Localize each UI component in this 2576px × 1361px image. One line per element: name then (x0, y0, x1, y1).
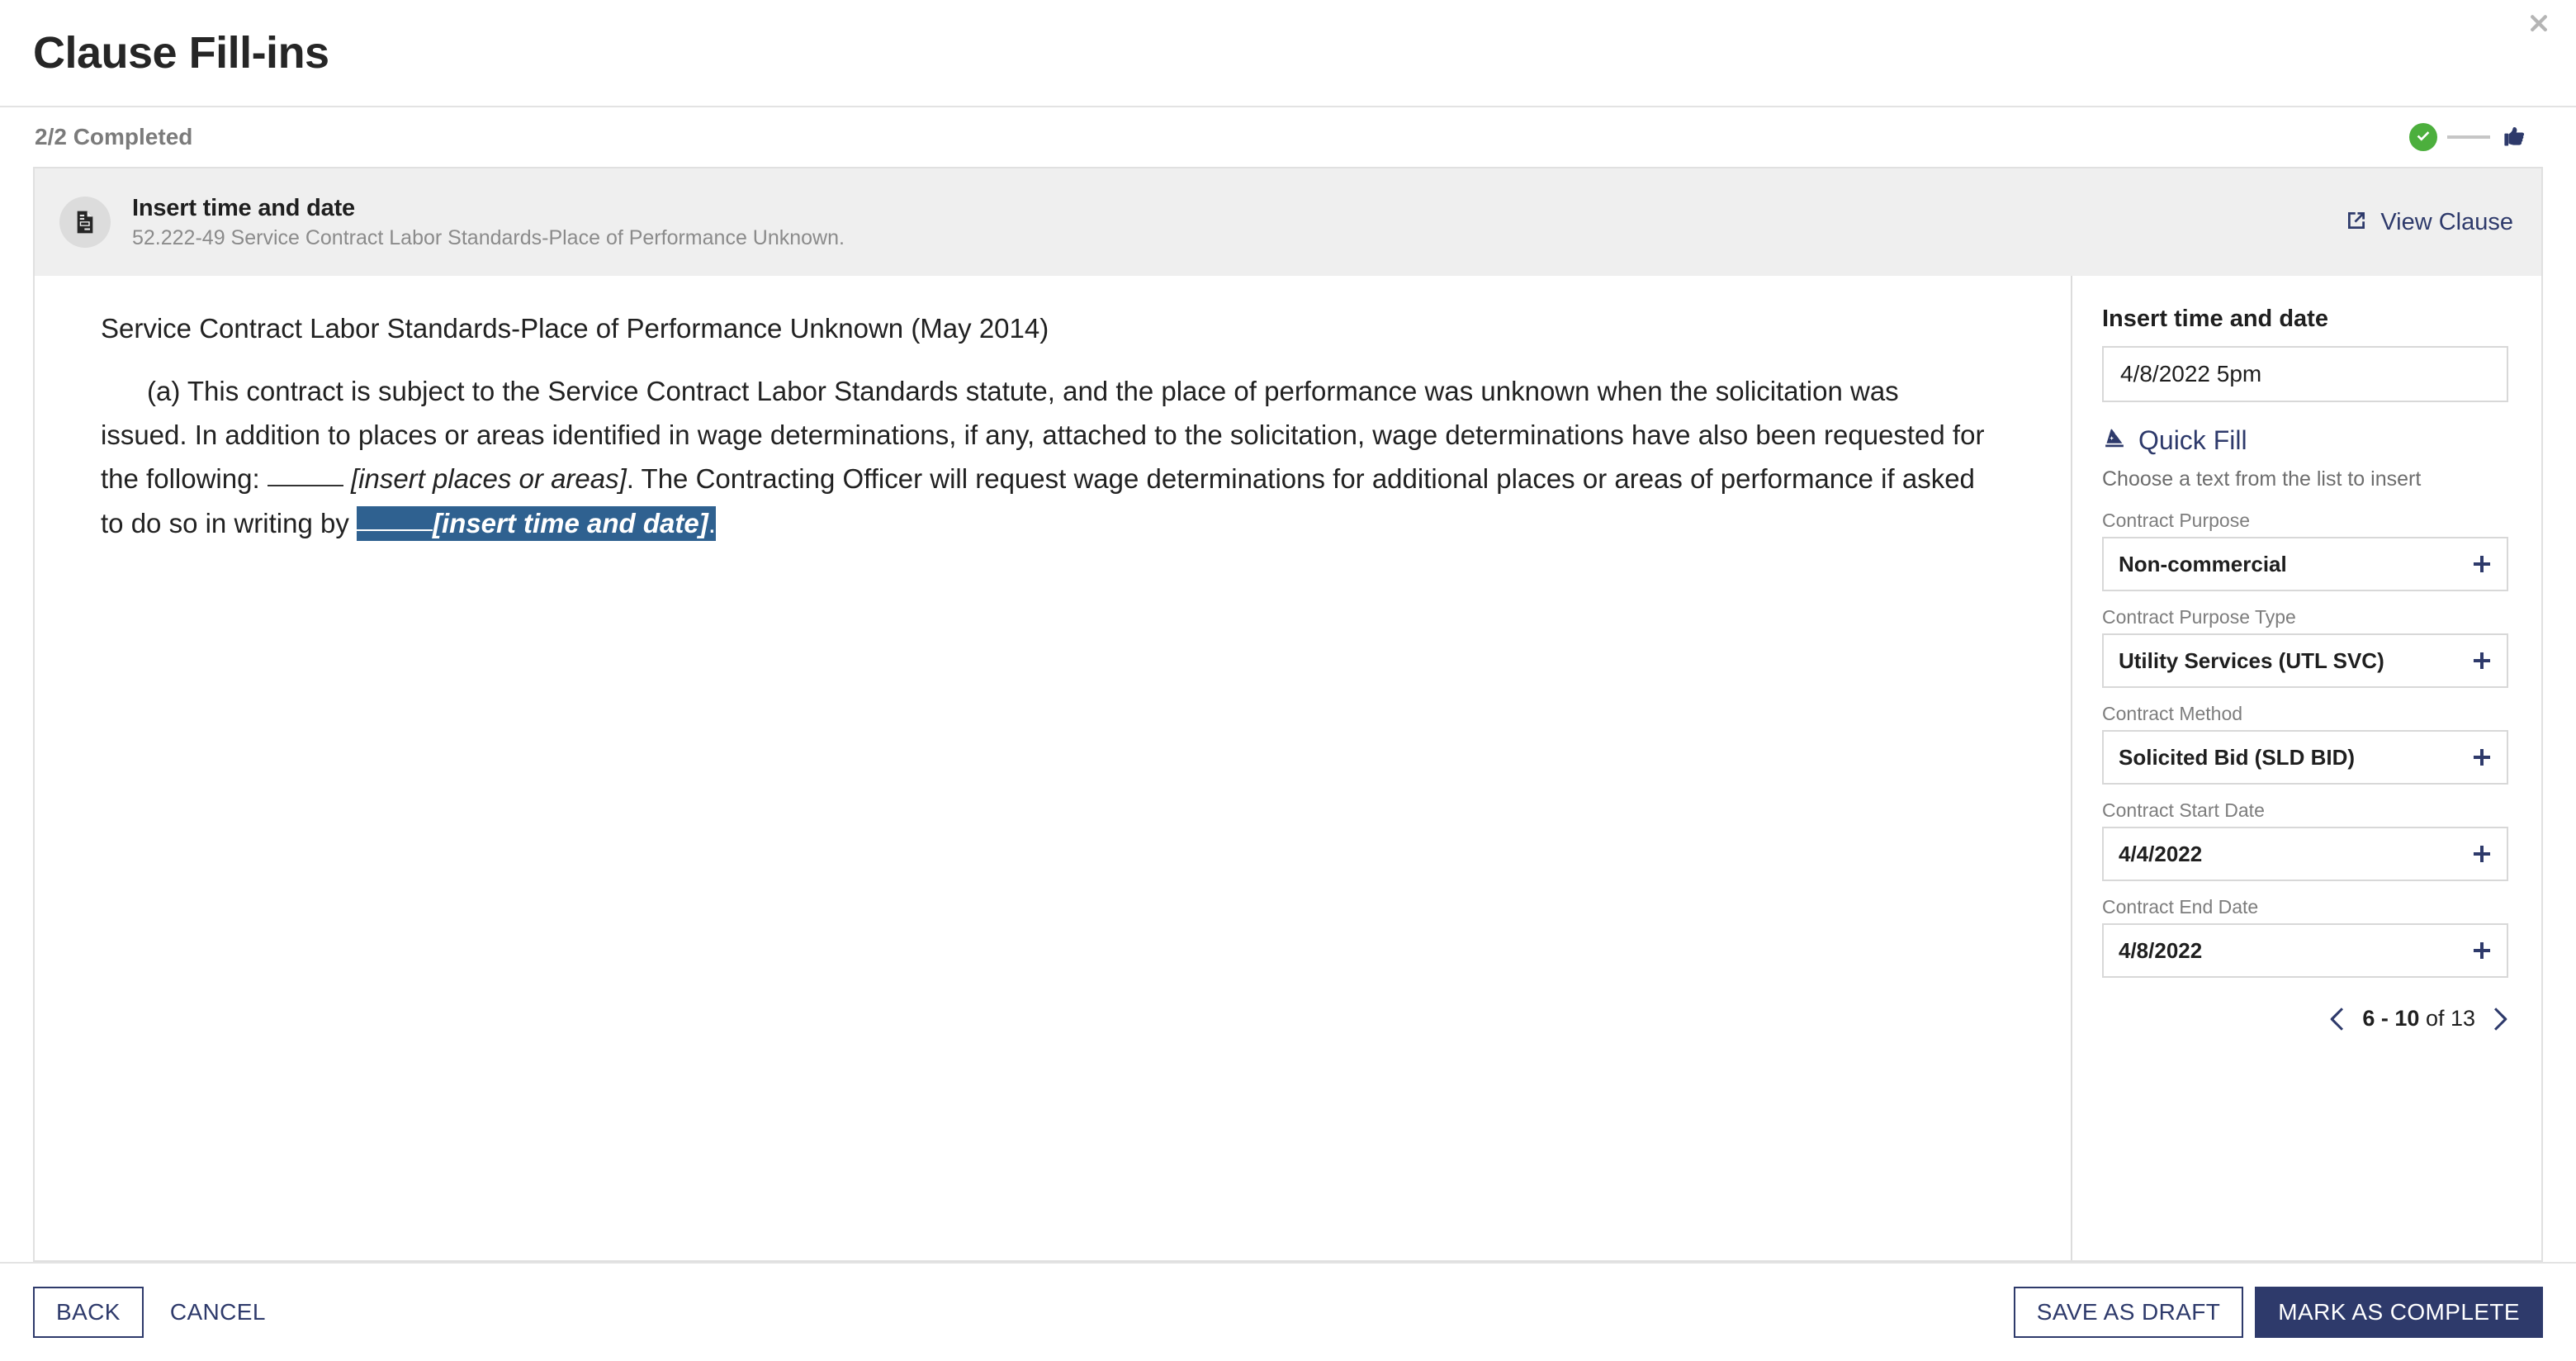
quick-fill-field: Contract Purpose Type Utility Services (… (2102, 606, 2508, 688)
fill-in-highlight[interactable]: [insert time and date]. (357, 505, 716, 541)
modal-body: 2/2 Completed Insert time and date 52.22… (0, 107, 2576, 1262)
blank-underline-1 (267, 485, 343, 487)
document-icon (59, 197, 111, 248)
stepper-divider (2447, 135, 2490, 139)
field-value: Solicited Bid (SLD BID) (2119, 744, 2355, 770)
pagination-label: 6 - 10 of 13 (2362, 1006, 2475, 1031)
view-clause-button[interactable]: View Clause (2344, 208, 2513, 237)
page-title: Clause Fill-ins (33, 28, 329, 78)
plus-icon[interactable] (2470, 842, 2493, 865)
progress-row: 2/2 Completed (33, 107, 2543, 167)
paragraph-bracket-1: [insert places or areas] (350, 463, 627, 495)
quick-fill-label: Quick Fill (2138, 425, 2247, 455)
clause-title: Insert time and date (132, 194, 355, 221)
field-label: Contract Start Date (2102, 799, 2265, 821)
quick-fill-field: Contract Method Solicited Bid (SLD BID) (2102, 703, 2508, 785)
close-icon[interactable] (2520, 5, 2558, 43)
side-panel-title: Insert time and date (2102, 306, 2328, 332)
field-label: Contract Method (2102, 703, 2243, 724)
field-value: 4/4/2022 (2119, 841, 2203, 866)
field-value: Non-commercial (2119, 551, 2287, 576)
field-label: Contract End Date (2102, 896, 2259, 918)
blank-underline-2 (357, 529, 433, 531)
plus-icon[interactable] (2470, 649, 2493, 672)
modal-titlebar: Clause Fill-ins (0, 0, 2576, 107)
quick-fill-field: Contract End Date 4/8/2022 (2102, 896, 2508, 978)
field-insert-button[interactable]: 4/4/2022 (2102, 827, 2508, 881)
side-panel: Insert time and date 4/8/2022 5pm Quick … (2071, 276, 2541, 1260)
plus-icon[interactable] (2470, 939, 2493, 962)
footer-actions: SAVE AS DRAFT MARK AS COMPLETE (2013, 1287, 2543, 1338)
save-as-draft-button[interactable]: SAVE AS DRAFT (2013, 1287, 2244, 1338)
field-value: 4/8/2022 (2119, 937, 2203, 963)
plus-icon[interactable] (2470, 746, 2493, 769)
side-panel-hint: Choose a text from the list to insert (2102, 467, 2422, 491)
clause-fill-ins-modal: Clause Fill-ins 2/2 Completed Insert tim… (0, 0, 2576, 1361)
pagination: 6 - 10 of 13 (2102, 1006, 2508, 1031)
clause-card: Insert time and date 52.222-49 Service C… (33, 167, 2543, 1262)
field-label: Contract Purpose Type (2102, 606, 2296, 628)
quick-fill-field: Contract Purpose Non-commercial (2102, 510, 2508, 591)
field-insert-button[interactable]: 4/8/2022 (2102, 923, 2508, 978)
mark-as-complete-button[interactable]: MARK AS COMPLETE (2255, 1287, 2543, 1338)
plus-icon[interactable] (2470, 552, 2493, 576)
chevron-right-icon[interactable] (2490, 1007, 2508, 1031)
field-label: Contract Purpose (2102, 510, 2250, 531)
external-link-icon (2344, 208, 2369, 237)
document-paragraph: (a) This contract is subject to the Serv… (101, 369, 1991, 546)
document-heading: Service Contract Labor Standards-Place o… (101, 313, 1049, 344)
pagination-range: 6 - 10 (2362, 1006, 2420, 1031)
quick-fill-button[interactable]: Quick Fill (2102, 425, 2508, 456)
back-button[interactable]: BACK (33, 1287, 144, 1338)
view-clause-label: View Clause (2380, 208, 2513, 235)
field-insert-button[interactable]: Non-commercial (2102, 537, 2508, 591)
clause-body: Service Contract Labor Standards-Place o… (35, 276, 2541, 1260)
document-pane: Service Contract Labor Standards-Place o… (35, 276, 2071, 1260)
check-circle-icon (2409, 123, 2437, 151)
pagination-suffix: of 13 (2419, 1006, 2475, 1031)
pointing-hand-icon (2500, 123, 2528, 151)
wizard-hat-icon (2102, 426, 2127, 455)
clause-header-text: Insert time and date 52.222-49 Service C… (132, 195, 845, 250)
cancel-button[interactable]: CANCEL (152, 1287, 284, 1338)
quick-fill-field: Contract Start Date 4/4/2022 (2102, 799, 2508, 881)
chevron-left-icon[interactable] (2329, 1007, 2347, 1031)
fill-in-bracket-label: [insert time and date] (433, 507, 708, 538)
field-insert-button[interactable]: Solicited Bid (SLD BID) (2102, 730, 2508, 785)
progress-stepper (2409, 123, 2543, 151)
clause-header: Insert time and date 52.222-49 Service C… (35, 168, 2541, 276)
fill-in-value-input[interactable]: 4/8/2022 5pm (2102, 346, 2508, 402)
clause-subtitle: 52.222-49 Service Contract Labor Standar… (132, 225, 845, 249)
modal-footer: BACK CANCEL SAVE AS DRAFT MARK AS COMPLE… (0, 1262, 2576, 1361)
field-value: Utility Services (UTL SVC) (2119, 647, 2384, 673)
fill-in-trailing: . (708, 507, 716, 538)
field-insert-button[interactable]: Utility Services (UTL SVC) (2102, 633, 2508, 688)
progress-label: 2/2 Completed (35, 124, 193, 149)
